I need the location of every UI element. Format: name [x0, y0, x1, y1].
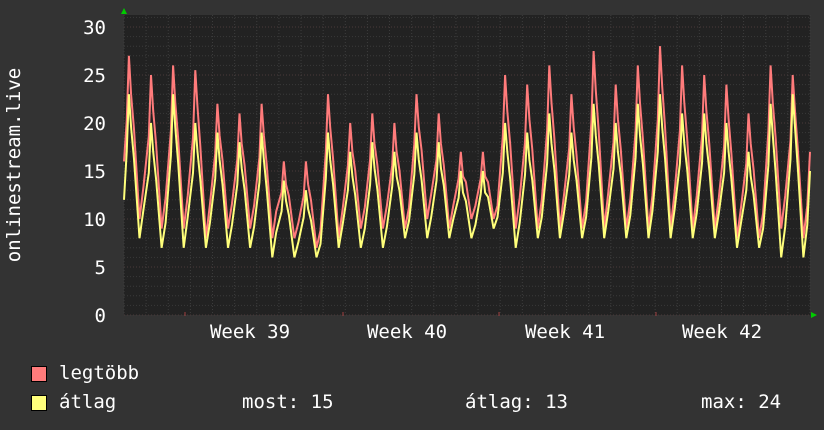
y-tick-label: 30	[83, 17, 106, 39]
legend-swatch-avg	[31, 395, 47, 411]
legend-avg-label: átlag	[59, 391, 117, 413]
legend-swatch-max	[31, 366, 47, 382]
y-tick-label: 10	[83, 209, 106, 231]
y-tick-label: 20	[83, 113, 106, 135]
x-tick-label: Week 41	[525, 321, 605, 340]
y-axis-arrow-icon	[121, 8, 127, 14]
stat-max: max: 24	[701, 391, 782, 413]
stat-avg: átlag: 13	[465, 391, 568, 413]
chart: 0 5 10 15 20 25 30 Week 39 Week 40 Week 41 Week 4…	[3, 8, 817, 340]
x-tick-label: Week 40	[367, 321, 447, 340]
y-axis-label: onlinestream.live	[3, 68, 25, 262]
y-tick-label: 0	[95, 305, 106, 327]
x-axis-arrow-icon	[811, 312, 817, 318]
plot-area	[124, 15, 810, 315]
x-axis: Week 39 Week 40 Week 41 Week 42	[210, 321, 762, 340]
y-tick-label: 25	[83, 65, 106, 87]
stat-now: most: 15	[242, 391, 334, 413]
x-tick-label: Week 42	[682, 321, 762, 340]
legend-max-label: legtöbb	[59, 362, 140, 384]
y-axis: 0 5 10 15 20 25 30	[83, 17, 106, 327]
x-tick-label: Week 39	[210, 321, 290, 340]
y-tick-label: 5	[95, 257, 106, 279]
y-tick-label: 15	[83, 161, 106, 183]
